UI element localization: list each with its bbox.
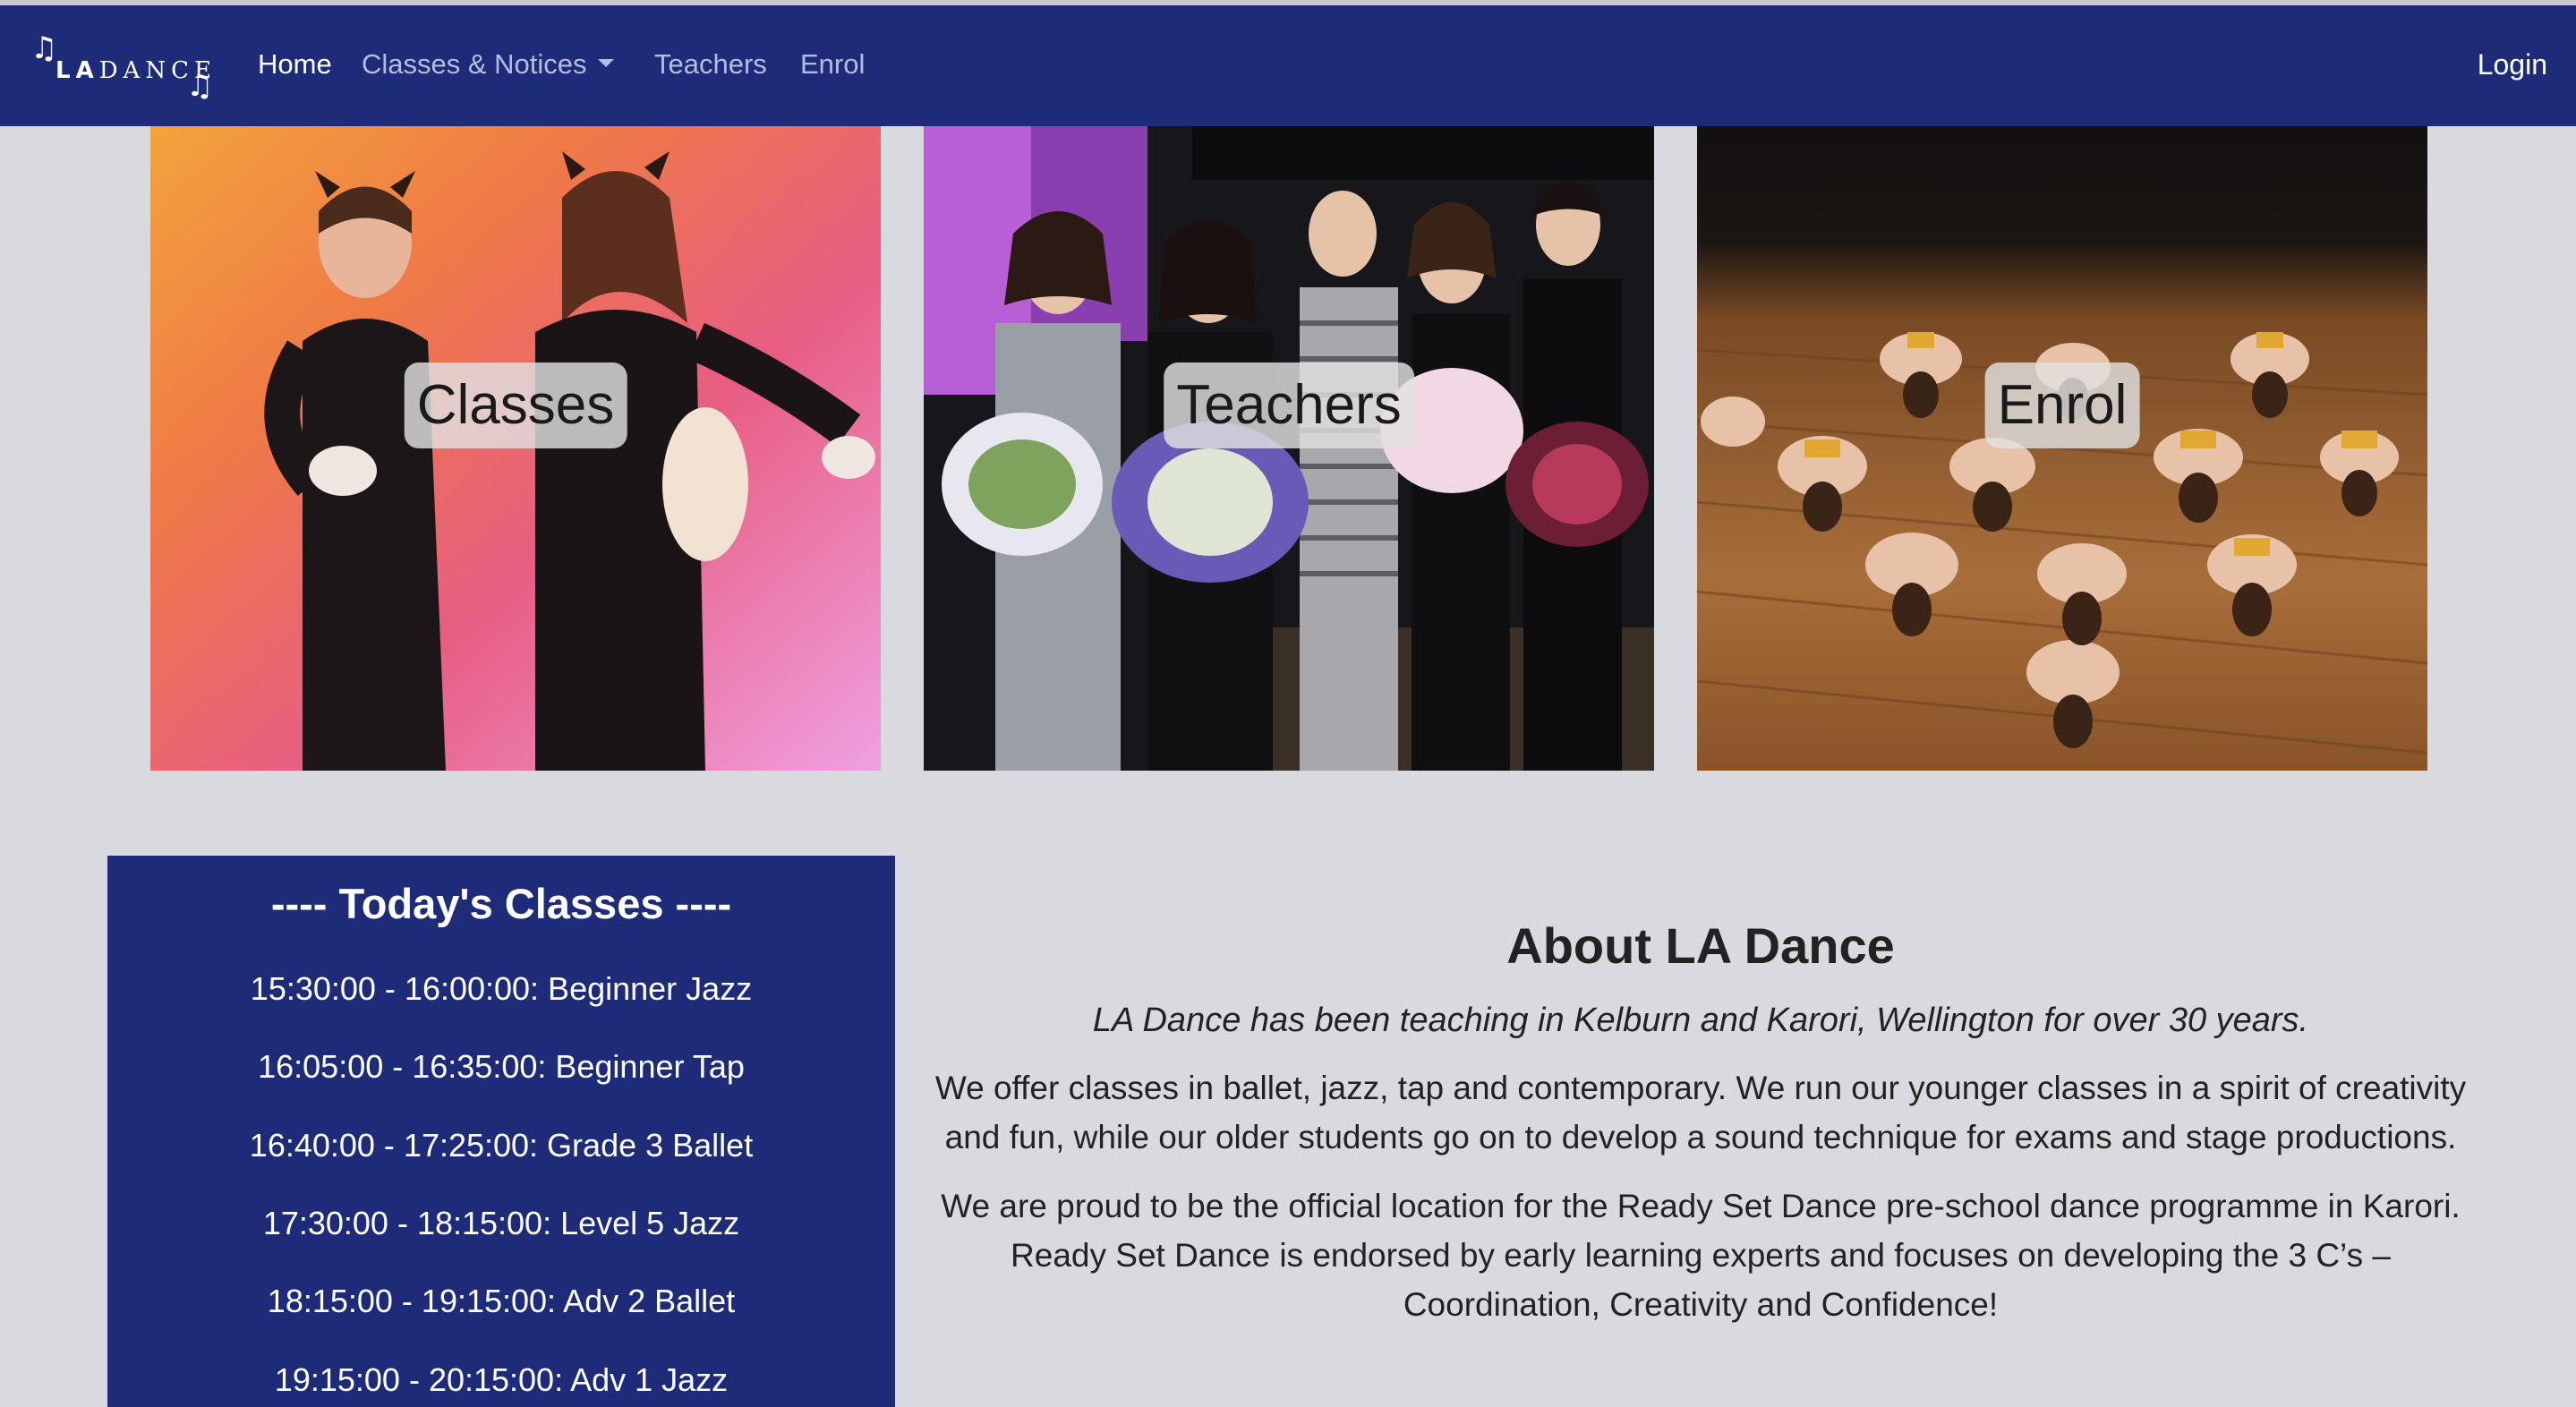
classes-photo (150, 126, 881, 771)
nav-enrol[interactable]: Enrol (800, 48, 865, 81)
class-item: 15:30:00 - 16:00:00: Beginner Jazz (250, 970, 753, 1007)
site-logo[interactable]: ♫ LADANCE ♫ (25, 27, 222, 107)
about-paragraph: We are proud to be the official location… (941, 1188, 2461, 1323)
music-note-icon: ♫ (186, 68, 214, 104)
class-item: 17:30:00 - 18:15:00: Level 5 Jazz (262, 1205, 740, 1241)
tile-classes-label: Classes (404, 362, 627, 448)
class-item: 18:15:00 - 19:15:00: Adv 2 Ballet (267, 1283, 736, 1319)
login-link[interactable]: Login (2478, 48, 2547, 81)
todays-classes-panel: ---- Today's Classes ---- 15:30:00 - 16:… (107, 856, 895, 1407)
enrol-photo (1697, 126, 2427, 771)
class-item: 16:40:00 - 17:25:00: Grade 3 Ballet (249, 1127, 754, 1164)
tile-enrol-label: Enrol (1984, 362, 2140, 448)
about-intro: LA Dance has been teaching in Kelburn an… (1092, 1002, 2309, 1039)
nav-teachers[interactable]: Teachers (654, 48, 767, 81)
class-item: 16:05:00 - 16:35:00: Beginner Tap (258, 1048, 745, 1085)
navbar: ♫ LADANCE ♫ Home Classes & Notices Teach… (0, 5, 2576, 126)
todays-classes-title: ---- Today's Classes ---- (270, 880, 732, 927)
tile-teachers-label: Teachers (1164, 362, 1414, 448)
tile-enrol[interactable]: Enrol (1697, 126, 2427, 771)
class-item: 19:15:00 - 20:15:00: Adv 1 Jazz (274, 1361, 729, 1398)
teachers-photo (924, 126, 1654, 771)
tile-teachers[interactable]: Teachers (924, 126, 1654, 771)
about-paragraph: We offer classes in ballet, jazz, tap an… (934, 1070, 2467, 1155)
nav-classes-notices[interactable]: Classes & Notices (362, 48, 614, 81)
logo-text-bold: LA (55, 57, 99, 84)
caret-down-icon (597, 59, 614, 68)
music-note-icon: ♫ (30, 30, 58, 66)
nav-home[interactable]: Home (258, 48, 332, 81)
about-title: About LA Dance (1506, 917, 1895, 974)
about-section: About LA Dance LA Dance has been teachin… (931, 895, 2470, 1349)
tile-classes[interactable]: Classes (150, 126, 881, 771)
nav-classes-notices-label: Classes & Notices (362, 48, 587, 80)
